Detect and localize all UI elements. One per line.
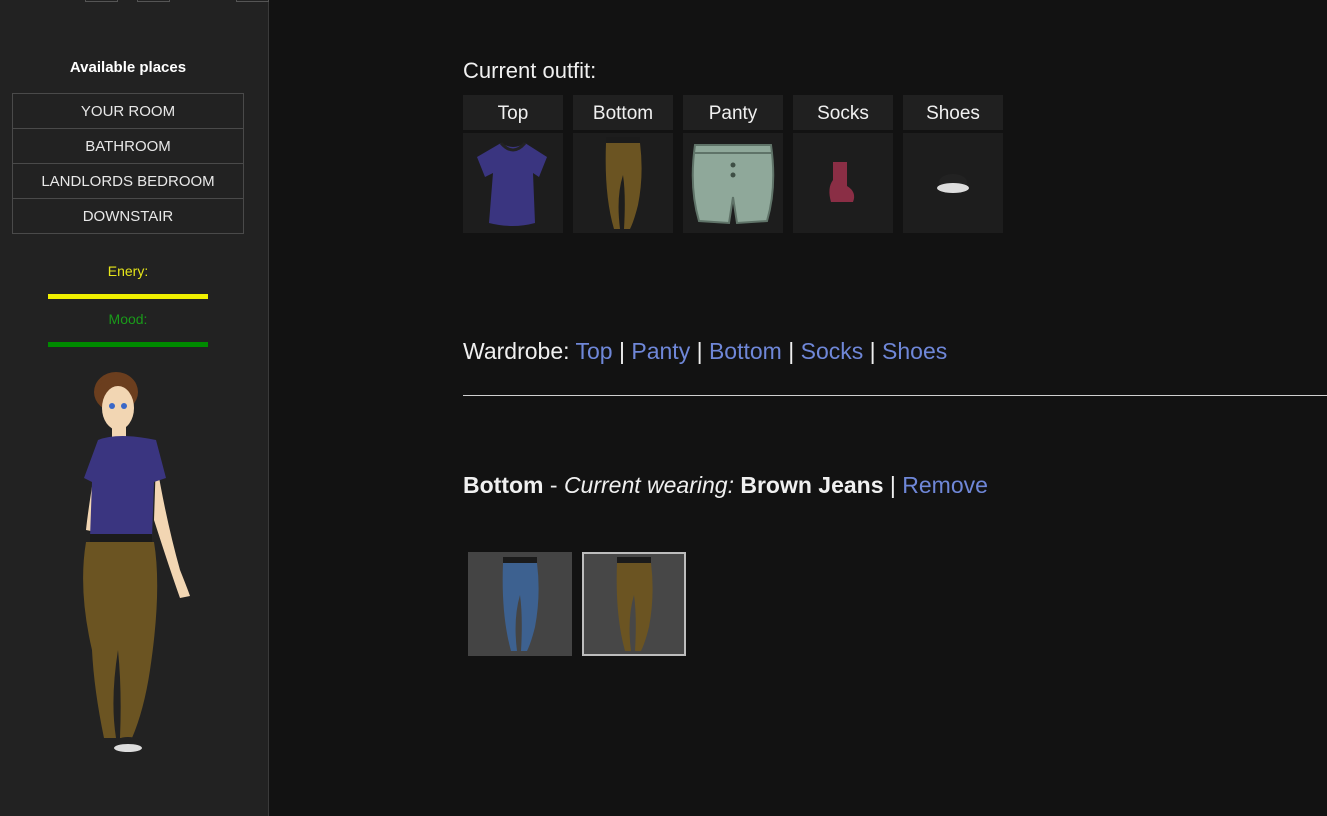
mood-bar bbox=[48, 342, 208, 347]
sneakers-icon bbox=[937, 174, 969, 193]
wardrobe-link-top[interactable]: Top bbox=[576, 338, 613, 364]
purple-tshirt-icon bbox=[477, 141, 547, 226]
slot-image[interactable] bbox=[463, 133, 563, 233]
slot-label: Panty bbox=[683, 95, 783, 130]
wearing-label: Current wearing: bbox=[563, 472, 734, 498]
wardrobe-link-socks[interactable]: Socks bbox=[801, 338, 864, 364]
slot-panty: Panty bbox=[683, 95, 783, 233]
brown-jeans-icon bbox=[616, 557, 653, 651]
places-title: Available places bbox=[69, 59, 187, 76]
top-tabs bbox=[0, 0, 269, 2]
wardrobe-label: Wardrobe: bbox=[463, 338, 570, 364]
slot-image[interactable] bbox=[793, 133, 893, 233]
green-boxers-icon bbox=[691, 144, 775, 225]
dash: - bbox=[549, 472, 558, 498]
remove-link[interactable]: Remove bbox=[902, 472, 988, 498]
outfit-slots: Top Bottom Panty Socks Shoes bbox=[463, 95, 1013, 233]
separator: | bbox=[889, 472, 896, 498]
item-options bbox=[468, 552, 696, 656]
separator: | bbox=[619, 338, 625, 364]
place-bathroom[interactable]: BATHROOM bbox=[13, 128, 243, 163]
divider bbox=[463, 395, 1327, 396]
option-brown-jeans[interactable] bbox=[582, 552, 686, 656]
slot-image[interactable] bbox=[903, 133, 1003, 233]
top-tab-2[interactable] bbox=[137, 0, 170, 2]
category-name: Bottom bbox=[463, 472, 544, 498]
separator: | bbox=[696, 338, 703, 364]
sidebar: Available places YOUR ROOM BATHROOM LAND… bbox=[0, 0, 269, 816]
places-list: YOUR ROOM BATHROOM LANDLORDS BEDROOM DOW… bbox=[12, 93, 244, 234]
separator: | bbox=[869, 338, 876, 364]
red-socks-icon bbox=[829, 162, 855, 202]
slot-bottom: Bottom bbox=[573, 95, 673, 233]
brown-jeans-icon bbox=[605, 137, 642, 229]
wardrobe-link-panty[interactable]: Panty bbox=[631, 338, 690, 364]
option-blue-jeans[interactable] bbox=[468, 552, 572, 656]
blue-jeans-icon bbox=[502, 557, 539, 651]
slot-label: Top bbox=[463, 95, 563, 130]
wearing-item: Brown Jeans bbox=[740, 472, 884, 498]
slot-shoes: Shoes bbox=[903, 95, 1003, 233]
top-tab-3[interactable] bbox=[236, 0, 269, 2]
slot-label: Bottom bbox=[573, 95, 673, 130]
energy-bar-fill bbox=[48, 294, 208, 299]
energy-label: Enery: bbox=[107, 263, 149, 279]
main-content: Current outfit: Top Bottom Panty Socks S… bbox=[463, 0, 1327, 816]
slot-image[interactable] bbox=[683, 133, 783, 233]
place-landlords-bedroom[interactable]: LANDLORDS BEDROOM bbox=[13, 163, 243, 198]
slot-image[interactable] bbox=[573, 133, 673, 233]
place-your-room[interactable]: YOUR ROOM bbox=[13, 94, 243, 128]
top-tab-1[interactable] bbox=[85, 0, 118, 2]
slot-label: Socks bbox=[793, 95, 893, 130]
place-downstair[interactable]: DOWNSTAIR bbox=[13, 198, 243, 233]
wardrobe-link-bottom[interactable]: Bottom bbox=[709, 338, 782, 364]
energy-bar bbox=[48, 294, 208, 299]
character-avatar bbox=[83, 372, 190, 752]
mood-label: Mood: bbox=[108, 311, 148, 327]
slot-label: Shoes bbox=[903, 95, 1003, 130]
outfit-title: Current outfit: bbox=[463, 58, 597, 83]
current-wearing: Bottom - Current wearing: Brown Jeans | … bbox=[463, 472, 988, 499]
slot-socks: Socks bbox=[793, 95, 893, 233]
mood-bar-fill bbox=[48, 342, 208, 347]
separator: | bbox=[788, 338, 795, 364]
wardrobe-link-shoes[interactable]: Shoes bbox=[882, 338, 947, 364]
slot-top: Top bbox=[463, 95, 563, 233]
wardrobe-nav: Wardrobe: Top | Panty | Bottom | Socks |… bbox=[463, 338, 947, 365]
